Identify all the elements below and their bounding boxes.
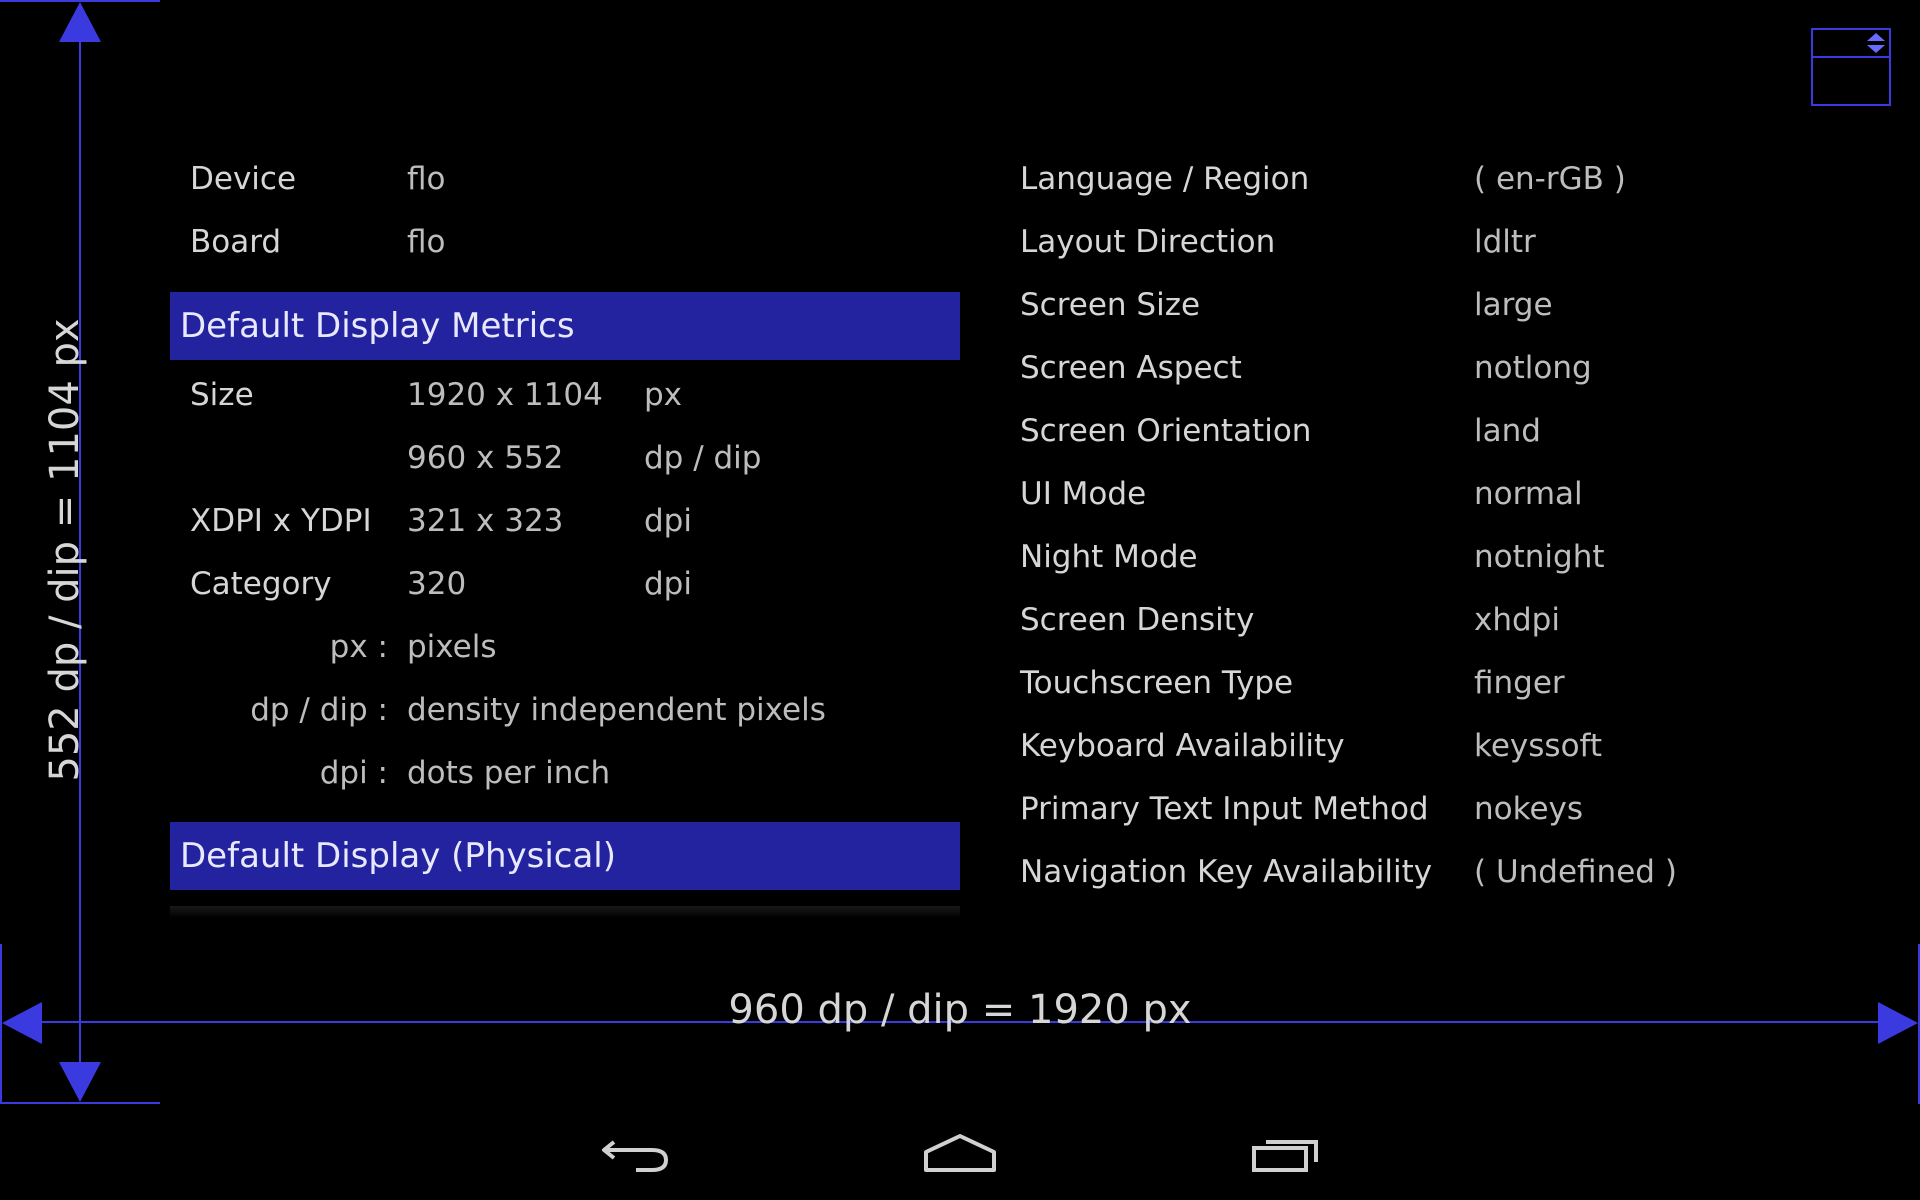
config-label-11: Navigation Key Availability: [1020, 854, 1433, 890]
back-icon[interactable]: [600, 1130, 672, 1176]
board-label: Board: [190, 224, 282, 260]
horizontal-measure-label: 960 dp / dip = 1920 px: [728, 987, 1192, 1033]
legend-desc-dpi: dots per inch: [407, 755, 611, 791]
vertical-measure-label: 552 dp / dip = 1104 px: [42, 318, 88, 782]
config-label-9: Keyboard Availability: [1020, 728, 1345, 764]
spinner-divider: [1813, 56, 1889, 58]
arrow-up-icon: [59, 2, 101, 42]
bottom-tick-line: [0, 1102, 160, 1104]
config-label-0: Language / Region: [1020, 161, 1310, 197]
xdpi-label: XDPI x YDPI: [190, 503, 372, 539]
config-value-10: nokeys: [1474, 791, 1584, 827]
config-label-1: Layout Direction: [1020, 224, 1276, 260]
config-label-7: Screen Density: [1020, 602, 1255, 638]
xdpi-value: 321 x 323: [407, 503, 564, 539]
config-label-5: UI Mode: [1020, 476, 1147, 512]
category-label: Category: [190, 566, 332, 602]
arrow-down-icon: [59, 1062, 101, 1102]
legend-key-dpi: dpi :: [319, 755, 388, 791]
legend-key-px: px :: [329, 629, 388, 665]
size-label: Size: [190, 377, 254, 413]
arrow-left-icon: [2, 1002, 42, 1044]
config-label-6: Night Mode: [1020, 539, 1198, 575]
config-value-11: ( Undefined ): [1474, 854, 1677, 890]
device-value: flo: [407, 161, 446, 197]
size-px-unit: px: [644, 377, 683, 413]
legend-key-dp: dp / dip :: [250, 692, 388, 728]
category-unit: dpi: [644, 566, 692, 602]
board-value: flo: [407, 224, 446, 260]
home-icon[interactable]: [922, 1132, 998, 1174]
recent-apps-icon[interactable]: [1250, 1134, 1322, 1174]
device-label: Device: [190, 161, 297, 197]
xdpi-unit: dpi: [644, 503, 692, 539]
metrics-section-header: Default Display Metrics: [170, 292, 960, 360]
size-dp-unit: dp / dip: [644, 440, 762, 476]
config-label-3: Screen Aspect: [1020, 350, 1242, 386]
config-value-0: ( en-rGB ): [1474, 161, 1626, 197]
arrow-right-icon: [1878, 1002, 1918, 1044]
config-label-8: Touchscreen Type: [1020, 665, 1294, 701]
config-value-1: ldltr: [1474, 224, 1536, 260]
config-value-3: notlong: [1474, 350, 1592, 386]
config-label-2: Screen Size: [1020, 287, 1201, 323]
config-value-8: finger: [1474, 665, 1565, 701]
legend-desc-dp: density independent pixels: [407, 692, 826, 728]
config-value-6: notnight: [1474, 539, 1605, 575]
legend-desc-px: pixels: [407, 629, 497, 665]
config-value-4: land: [1474, 413, 1541, 449]
category-value: 320: [407, 566, 467, 602]
size-px-value: 1920 x 1104: [407, 377, 603, 413]
config-value-7: xhdpi: [1474, 602, 1560, 638]
scroll-clip-fade: [170, 906, 960, 918]
spinner-arrows-icon: [1867, 33, 1885, 53]
options-spinner[interactable]: [1811, 28, 1891, 106]
config-label-10: Primary Text Input Method: [1020, 791, 1429, 827]
config-label-4: Screen Orientation: [1020, 413, 1312, 449]
config-value-2: large: [1474, 287, 1553, 323]
config-value-9: keyssoft: [1474, 728, 1603, 764]
size-dp-value: 960 x 552: [407, 440, 564, 476]
config-value-5: normal: [1474, 476, 1583, 512]
physical-section-header: Default Display (Physical): [170, 822, 960, 890]
